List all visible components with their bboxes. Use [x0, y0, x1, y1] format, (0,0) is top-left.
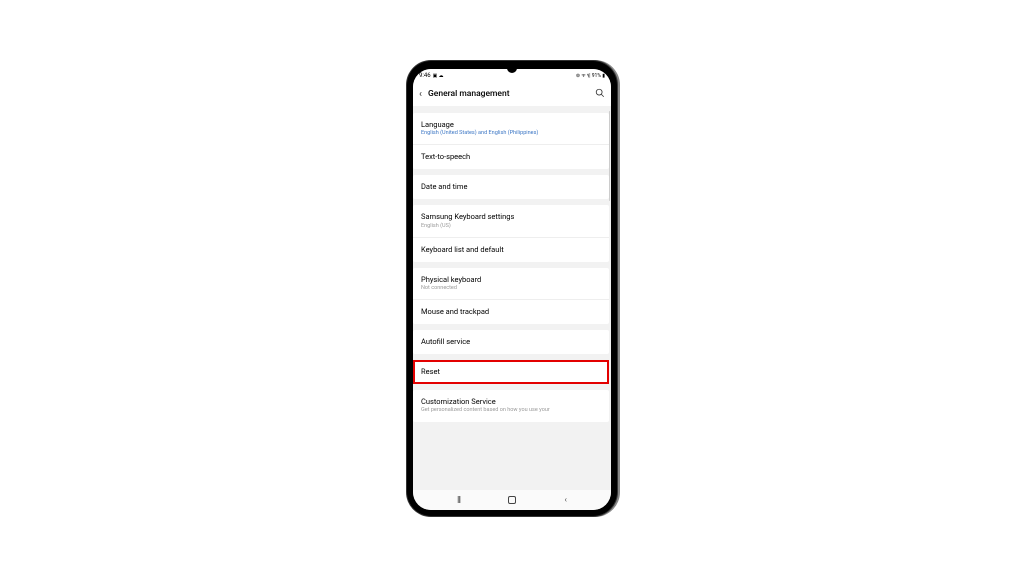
item-title: Keyboard list and default — [421, 245, 601, 255]
settings-item-samsung-keyboard-settings[interactable]: Samsung Keyboard settingsEnglish (US) — [413, 205, 609, 238]
settings-group: Samsung Keyboard settingsEnglish (US) Key… — [413, 205, 609, 262]
item-title: Samsung Keyboard settings — [421, 212, 601, 222]
settings-group: Autofill service — [413, 330, 609, 354]
settings-item-autofill-service[interactable]: Autofill service — [413, 330, 609, 354]
search-icon[interactable] — [595, 88, 605, 101]
scrollbar[interactable] — [609, 111, 611, 201]
settings-group: Reset — [413, 360, 609, 384]
page-title: General management — [428, 89, 589, 99]
settings-group: Physical keyboardNot connected Mouse and … — [413, 268, 609, 325]
phone-frame: 9:46 ▣ ☁ ⊚ ᯤ ⫯| 91% ▮ ‹ General manageme… — [407, 61, 617, 516]
item-title: Mouse and trackpad — [421, 307, 601, 317]
settings-item-text-to-speech[interactable]: Text-to-speech — [413, 145, 609, 169]
item-title: Autofill service — [421, 337, 601, 347]
settings-group: LanguageEnglish (United States) and Engl… — [413, 113, 609, 170]
item-subtitle: English (US) — [421, 223, 601, 230]
back-icon[interactable]: ‹ — [419, 89, 422, 100]
phone-screen: 9:46 ▣ ☁ ⊚ ᯤ ⫯| 91% ▮ ‹ General manageme… — [413, 69, 611, 510]
item-title: Physical keyboard — [421, 275, 601, 285]
item-title: Date and time — [421, 182, 601, 192]
settings-item-date-and-time[interactable]: Date and time — [413, 175, 609, 199]
item-title: Customization Service — [421, 397, 601, 407]
settings-group: Customization ServiceGet personalized co… — [413, 390, 609, 422]
item-title: Language — [421, 120, 601, 130]
app-header: ‹ General management — [413, 83, 611, 107]
settings-group: Date and time — [413, 175, 609, 199]
settings-content: LanguageEnglish (United States) and Engl… — [413, 107, 611, 490]
settings-item-reset[interactable]: Reset — [413, 360, 609, 384]
settings-item-mouse-and-trackpad[interactable]: Mouse and trackpad — [413, 300, 609, 324]
item-subtitle: Get personalized content based on how yo… — [421, 407, 601, 414]
back-button[interactable]: ‹ — [564, 495, 566, 504]
navigation-bar: ||| ‹ — [413, 490, 611, 510]
recents-button[interactable]: ||| — [457, 495, 460, 504]
settings-item-keyboard-list-and-default[interactable]: Keyboard list and default — [413, 238, 609, 262]
settings-item-customization-service[interactable]: Customization ServiceGet personalized co… — [413, 390, 609, 422]
settings-item-physical-keyboard[interactable]: Physical keyboardNot connected — [413, 268, 609, 301]
item-title: Text-to-speech — [421, 152, 601, 162]
settings-item-language[interactable]: LanguageEnglish (United States) and Engl… — [413, 113, 609, 146]
item-subtitle: English (United States) and English (Phi… — [421, 130, 601, 137]
status-left-icons: ▣ ☁ — [433, 73, 444, 79]
item-title: Reset — [421, 367, 601, 377]
camera-notch — [507, 63, 517, 73]
status-time: 9:46 — [419, 72, 431, 79]
item-subtitle: Not connected — [421, 285, 601, 292]
status-right-icons: ⊚ ᯤ ⫯| 91% ▮ — [576, 73, 605, 79]
home-button[interactable] — [508, 496, 516, 504]
